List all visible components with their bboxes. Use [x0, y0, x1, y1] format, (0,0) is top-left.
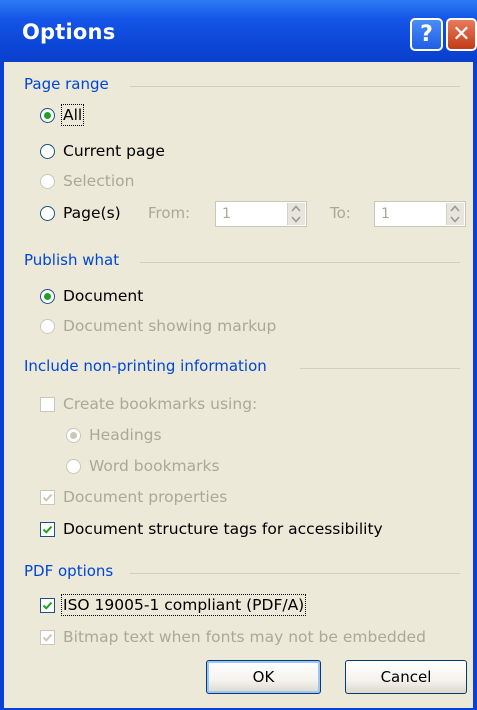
iso-compliant-label: ISO 19005-1 compliant (PDF/A) — [60, 594, 307, 616]
create-bookmarks-label: Create bookmarks using: — [63, 395, 258, 413]
radio-document-markup-label: Document showing markup — [63, 317, 277, 335]
document-properties-label: Document properties — [63, 488, 228, 506]
nonprinting-title: Include non-printing information — [24, 357, 267, 375]
dialog-title: Options — [22, 20, 116, 44]
radio-document[interactable]: Document — [40, 287, 143, 305]
radio-word-bookmarks-label: Word bookmarks — [89, 457, 220, 475]
checkbox[interactable] — [40, 521, 55, 537]
to-label: To: — [330, 204, 351, 222]
cancel-button[interactable]: Cancel — [345, 660, 467, 694]
checkbox-iso-compliant[interactable]: ISO 19005-1 compliant (PDF/A) — [40, 594, 307, 616]
options-dialog: Options ? ✕ Page range All Current page … — [0, 0, 477, 710]
radio-headings-label: Headings — [89, 426, 162, 444]
checkmark-icon — [42, 525, 53, 534]
radio-all-label: All — [60, 104, 85, 126]
ok-button[interactable]: OK — [206, 660, 321, 694]
structure-tags-label: Document structure tags for accessibilit… — [63, 520, 383, 538]
publish-what-title: Publish what — [24, 251, 120, 269]
pdf-options-divider — [130, 573, 460, 574]
radio-current-page[interactable]: Current page — [40, 142, 165, 160]
spin-up-icon — [291, 205, 301, 212]
publish-what-divider — [140, 262, 460, 263]
radio-button[interactable] — [40, 318, 55, 334]
radio-pages[interactable]: Page(s) — [40, 204, 121, 222]
radio-button[interactable] — [40, 205, 55, 221]
checkmark-icon — [42, 633, 53, 642]
radio-word-bookmarks[interactable]: Word bookmarks — [66, 457, 220, 475]
checkbox-create-bookmarks[interactable]: Create bookmarks using: — [40, 395, 257, 413]
checkbox[interactable] — [40, 597, 55, 613]
page-range-divider — [130, 86, 460, 87]
radio-headings[interactable]: Headings — [66, 426, 162, 444]
radio-selection-label: Selection — [63, 172, 135, 190]
checkbox-structure-tags[interactable]: Document structure tags for accessibilit… — [40, 520, 383, 538]
checkbox[interactable] — [40, 396, 55, 412]
pdf-options-title: PDF options — [24, 562, 114, 580]
checkmark-icon — [42, 601, 53, 610]
to-value: 1 — [381, 206, 390, 222]
radio-document-label: Document — [63, 287, 144, 305]
bitmap-text-label: Bitmap text when fonts may not be embedd… — [63, 628, 426, 646]
radio-button[interactable] — [40, 107, 55, 123]
radio-button[interactable] — [66, 458, 81, 474]
radio-document-markup[interactable]: Document showing markup — [40, 317, 276, 335]
checkbox[interactable] — [40, 629, 55, 645]
from-value: 1 — [222, 206, 231, 222]
close-button[interactable]: ✕ — [446, 18, 477, 51]
help-button[interactable]: ? — [410, 18, 443, 51]
radio-current-page-label: Current page — [63, 142, 165, 160]
close-icon: ✕ — [452, 22, 471, 47]
checkmark-icon — [42, 493, 53, 502]
to-spin-buttons[interactable] — [446, 203, 464, 225]
from-spinner[interactable]: 1 — [215, 201, 307, 227]
from-label: From: — [148, 204, 191, 222]
radio-button[interactable] — [40, 288, 55, 304]
to-spinner[interactable]: 1 — [374, 201, 466, 227]
spin-down-icon — [291, 216, 301, 223]
help-icon: ? — [420, 22, 433, 47]
radio-button[interactable] — [40, 143, 55, 159]
checkbox-document-properties[interactable]: Document properties — [40, 488, 227, 506]
title-bar[interactable]: Options ? ✕ — [0, 0, 477, 62]
radio-pages-label: Page(s) — [63, 204, 121, 222]
nonprinting-divider — [300, 368, 460, 369]
radio-selection[interactable]: Selection — [40, 172, 134, 190]
checkbox[interactable] — [40, 489, 55, 505]
radio-button[interactable] — [40, 173, 55, 189]
spin-down-icon — [450, 216, 460, 223]
radio-all[interactable]: All — [40, 104, 85, 126]
radio-button[interactable] — [66, 427, 81, 443]
checkbox-bitmap-text[interactable]: Bitmap text when fonts may not be embedd… — [40, 628, 426, 646]
spin-up-icon — [450, 205, 460, 212]
dialog-body: Page range All Current page Selection Pa… — [4, 62, 473, 708]
from-spin-buttons[interactable] — [287, 203, 305, 225]
page-range-title: Page range — [24, 75, 109, 93]
